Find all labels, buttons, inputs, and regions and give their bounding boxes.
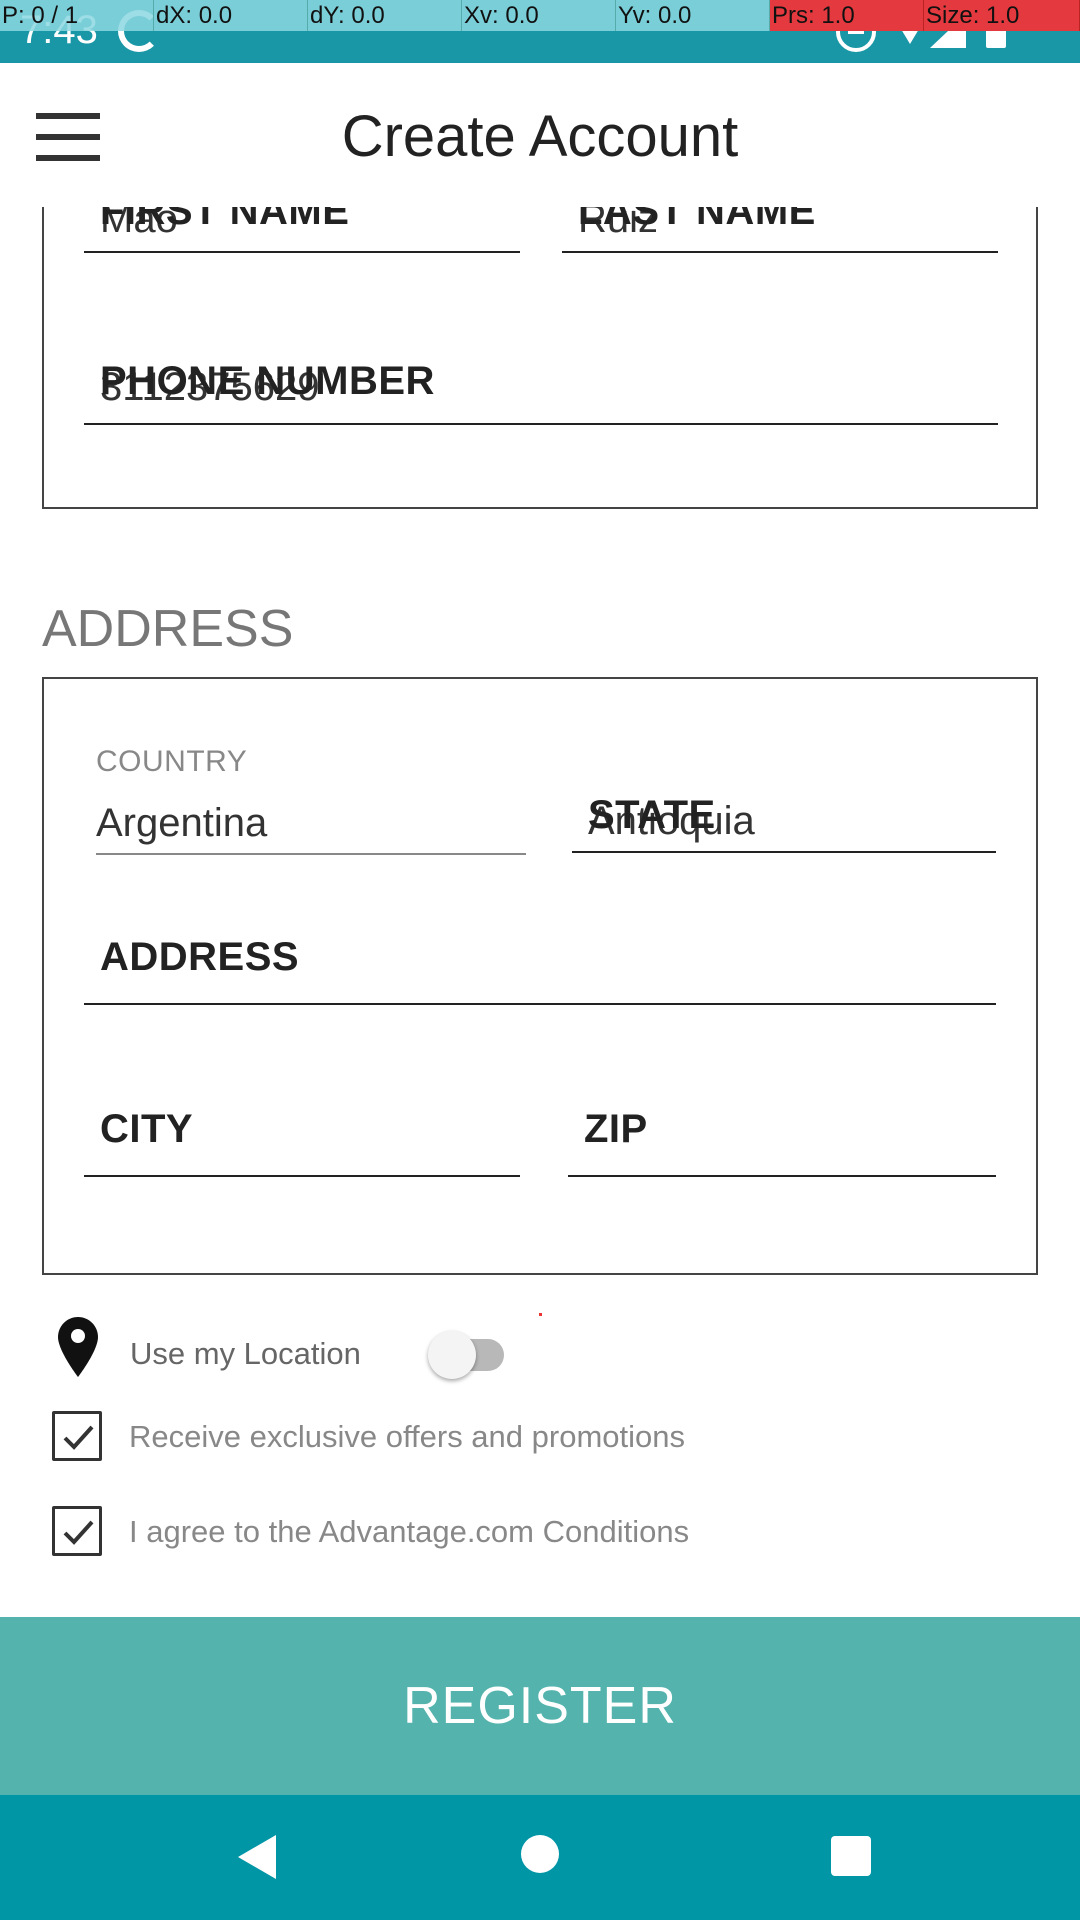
zip-label: ZIP xyxy=(584,1107,648,1151)
registration-form[interactable]: Mao FIRST NAME Ruiz LAST NAME 3112375629… xyxy=(0,207,1080,1617)
register-button[interactable]: REGISTER xyxy=(0,1617,1080,1795)
pointer-debug-overlay: P: 0 / 1 dX: 0.0 dY: 0.0 Xv: 0.0 Yv: 0.0… xyxy=(0,0,1080,31)
first-name-label: FIRST NAME xyxy=(100,207,350,233)
toolbar: Create Account xyxy=(0,63,1080,207)
debug-dx: dX: 0.0 xyxy=(154,0,308,31)
phone-number-field[interactable]: 3112375629 PHONE NUMBER xyxy=(84,309,998,425)
debug-dy: dY: 0.0 xyxy=(308,0,462,31)
debug-pointer-count: P: 0 / 1 xyxy=(0,0,154,31)
last-name-field[interactable]: Ruiz LAST NAME xyxy=(562,207,998,253)
address-section-title: ADDRESS xyxy=(42,600,294,658)
home-icon[interactable] xyxy=(521,1835,559,1873)
touch-indicator xyxy=(539,1313,542,1316)
offers-checkbox-label: Receive exclusive offers and promotions xyxy=(129,1419,685,1454)
page-title: Create Account xyxy=(341,104,739,169)
zip-field[interactable]: ZIP xyxy=(568,1049,996,1177)
debug-xv: Xv: 0.0 xyxy=(462,0,616,31)
address-field[interactable]: ADDRESS xyxy=(84,875,996,1005)
debug-yv: Yv: 0.0 xyxy=(616,0,770,31)
checkmark-icon xyxy=(63,1425,94,1450)
use-location-label: Use my Location xyxy=(130,1336,361,1371)
conditions-checkbox[interactable] xyxy=(52,1506,102,1556)
last-name-label: LAST NAME xyxy=(578,207,816,233)
register-button-label: REGISTER xyxy=(403,1677,677,1735)
city-field[interactable]: CITY xyxy=(84,1049,520,1177)
address-label: ADDRESS xyxy=(100,935,300,979)
state-label: STATE xyxy=(588,793,716,837)
conditions-checkbox-label: I agree to the Advantage.com Conditions xyxy=(129,1514,690,1549)
country-dropdown[interactable]: COUNTRY Argentina xyxy=(96,729,526,855)
state-field[interactable]: Antioquia STATE xyxy=(572,729,996,853)
map-pin-icon xyxy=(58,1317,98,1377)
debug-size: Size: 1.0 xyxy=(924,0,1080,31)
address-box: COUNTRY Argentina Antioquia STATE ADDRES… xyxy=(42,677,1038,1275)
debug-pressure: Prs: 1.0 xyxy=(770,0,924,31)
map-pin-icon-wrapper xyxy=(58,1317,98,1377)
phone-number-label: PHONE NUMBER xyxy=(100,359,435,403)
back-icon[interactable] xyxy=(238,1835,276,1879)
country-value: Argentina xyxy=(96,801,268,845)
country-label: COUNTRY xyxy=(96,745,248,778)
recents-icon[interactable] xyxy=(831,1836,871,1876)
first-name-field[interactable]: Mao FIRST NAME xyxy=(84,207,520,253)
use-location-toggle[interactable] xyxy=(428,1329,512,1381)
navigation-bar xyxy=(0,1795,1080,1920)
checkmark-icon xyxy=(63,1520,94,1545)
offers-checkbox[interactable] xyxy=(52,1411,102,1461)
city-label: CITY xyxy=(100,1107,194,1151)
account-details-box: Mao FIRST NAME Ruiz LAST NAME 3112375629… xyxy=(42,207,1038,509)
